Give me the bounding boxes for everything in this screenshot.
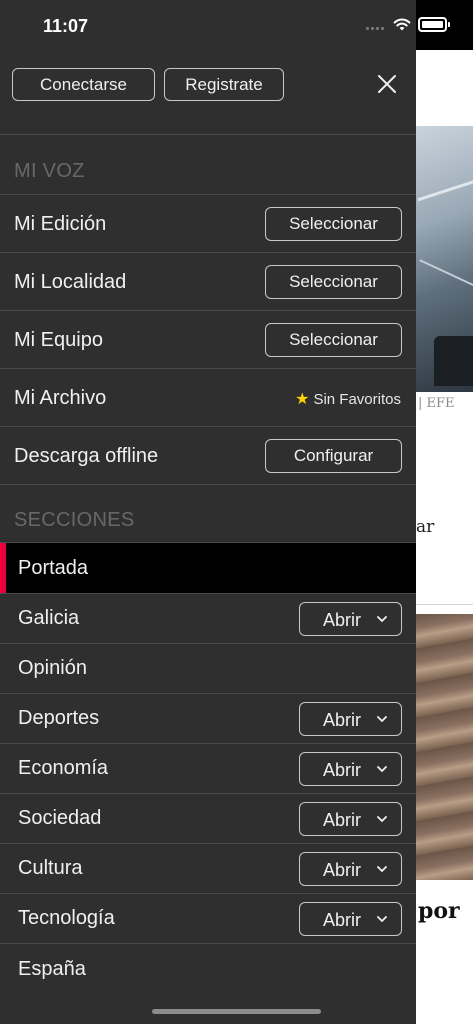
- section-item-label: Deportes: [18, 707, 100, 729]
- menu-item-mi-edicion: Mi Edición Seleccionar: [0, 194, 416, 252]
- chevron-down-icon: [377, 616, 387, 622]
- photo-credit: | EFE: [418, 396, 455, 411]
- expand-button-label: Abrir: [323, 910, 362, 930]
- section-item-label: Portada: [18, 557, 89, 579]
- background-article: | EFE ar por: [416, 0, 473, 1024]
- expand-button-label: Abrir: [323, 710, 362, 730]
- menu-item-label: Mi Archivo: [14, 387, 107, 409]
- expand-button-label: Abrir: [323, 760, 362, 780]
- expand-economia-button[interactable]: Abrir: [299, 752, 402, 786]
- section-item-tecnologia[interactable]: Tecnología Abrir: [0, 893, 416, 943]
- favorites-status: ★ Sin Favoritos: [295, 389, 401, 409]
- divider: [0, 134, 416, 135]
- section-item-label: Sociedad: [18, 807, 102, 829]
- expand-galicia-button[interactable]: Abrir: [299, 602, 402, 636]
- menu-item-label: Descarga offline: [14, 445, 159, 467]
- active-indicator: [0, 543, 6, 593]
- expand-tecnologia-button[interactable]: Abrir: [299, 902, 402, 936]
- menu-item-mi-archivo[interactable]: Mi Archivo ★ Sin Favoritos: [0, 368, 416, 426]
- section-item-deportes[interactable]: Deportes Abrir: [0, 693, 416, 743]
- section-item-galicia[interactable]: Galicia Abrir: [0, 593, 416, 643]
- article-headline-fragment: por: [418, 898, 460, 924]
- expand-cultura-button[interactable]: Abrir: [299, 852, 402, 886]
- expand-button-label: Abrir: [323, 610, 362, 630]
- section-item-opinion[interactable]: Opinión: [0, 643, 416, 693]
- section-title-secciones: SECCIONES: [14, 509, 135, 531]
- register-button[interactable]: Registrate: [164, 68, 284, 101]
- select-edition-button[interactable]: Seleccionar: [265, 207, 402, 241]
- section-item-label: Opinión: [18, 657, 87, 679]
- status-bar: 11:07: [0, 0, 473, 50]
- section-item-portada[interactable]: Portada: [0, 543, 416, 593]
- star-icon: ★: [295, 391, 310, 408]
- section-item-espana[interactable]: España: [0, 944, 416, 994]
- section-item-label: Economía: [18, 757, 109, 779]
- wifi-icon: [393, 18, 411, 31]
- signal-icon: [366, 27, 386, 31]
- chevron-down-icon: [377, 716, 387, 722]
- menu-item-label: Mi Edición: [14, 213, 107, 235]
- menu-item-mi-equipo: Mi Equipo Seleccionar: [0, 310, 416, 368]
- article-photo-2: [416, 614, 473, 880]
- menu-item-label: Mi Localidad: [14, 271, 127, 293]
- favorites-status-text: Sin Favoritos: [313, 390, 401, 408]
- section-item-sociedad[interactable]: Sociedad Abrir: [0, 793, 416, 843]
- chevron-down-icon: [377, 866, 387, 872]
- configure-offline-button[interactable]: Configurar: [265, 439, 402, 473]
- expand-button-label: Abrir: [323, 810, 362, 830]
- select-locality-button[interactable]: Seleccionar: [265, 265, 402, 299]
- article-photo: [416, 126, 473, 392]
- section-item-label: Tecnología: [18, 907, 115, 929]
- section-item-economia[interactable]: Economía Abrir: [0, 743, 416, 793]
- section-title-mi-voz: MI VOZ: [14, 160, 85, 182]
- divider: [0, 484, 416, 485]
- chevron-down-icon: [377, 916, 387, 922]
- section-item-label: Cultura: [18, 857, 83, 879]
- battery-icon: [418, 17, 450, 32]
- section-item-label: España: [18, 958, 86, 980]
- status-time: 11:07: [43, 16, 89, 36]
- expand-sociedad-button[interactable]: Abrir: [299, 802, 402, 836]
- chevron-down-icon: [377, 766, 387, 772]
- chevron-down-icon: [377, 816, 387, 822]
- article-text-fragment: ar: [416, 517, 435, 537]
- side-drawer: Conectarse Registrate MI VOZ Mi Edición …: [0, 0, 416, 1024]
- home-indicator[interactable]: [152, 1009, 321, 1014]
- section-item-label: Galicia: [18, 607, 80, 629]
- select-team-button[interactable]: Seleccionar: [265, 323, 402, 357]
- menu-item-label: Mi Equipo: [14, 329, 103, 351]
- expand-button-label: Abrir: [323, 860, 362, 880]
- section-item-cultura[interactable]: Cultura Abrir: [0, 843, 416, 893]
- menu-item-mi-localidad: Mi Localidad Seleccionar: [0, 252, 416, 310]
- close-icon[interactable]: [372, 69, 402, 99]
- expand-deportes-button[interactable]: Abrir: [299, 702, 402, 736]
- article-divider: [416, 604, 473, 605]
- menu-item-descarga-offline: Descarga offline Configurar: [0, 426, 416, 484]
- login-button[interactable]: Conectarse: [12, 68, 155, 101]
